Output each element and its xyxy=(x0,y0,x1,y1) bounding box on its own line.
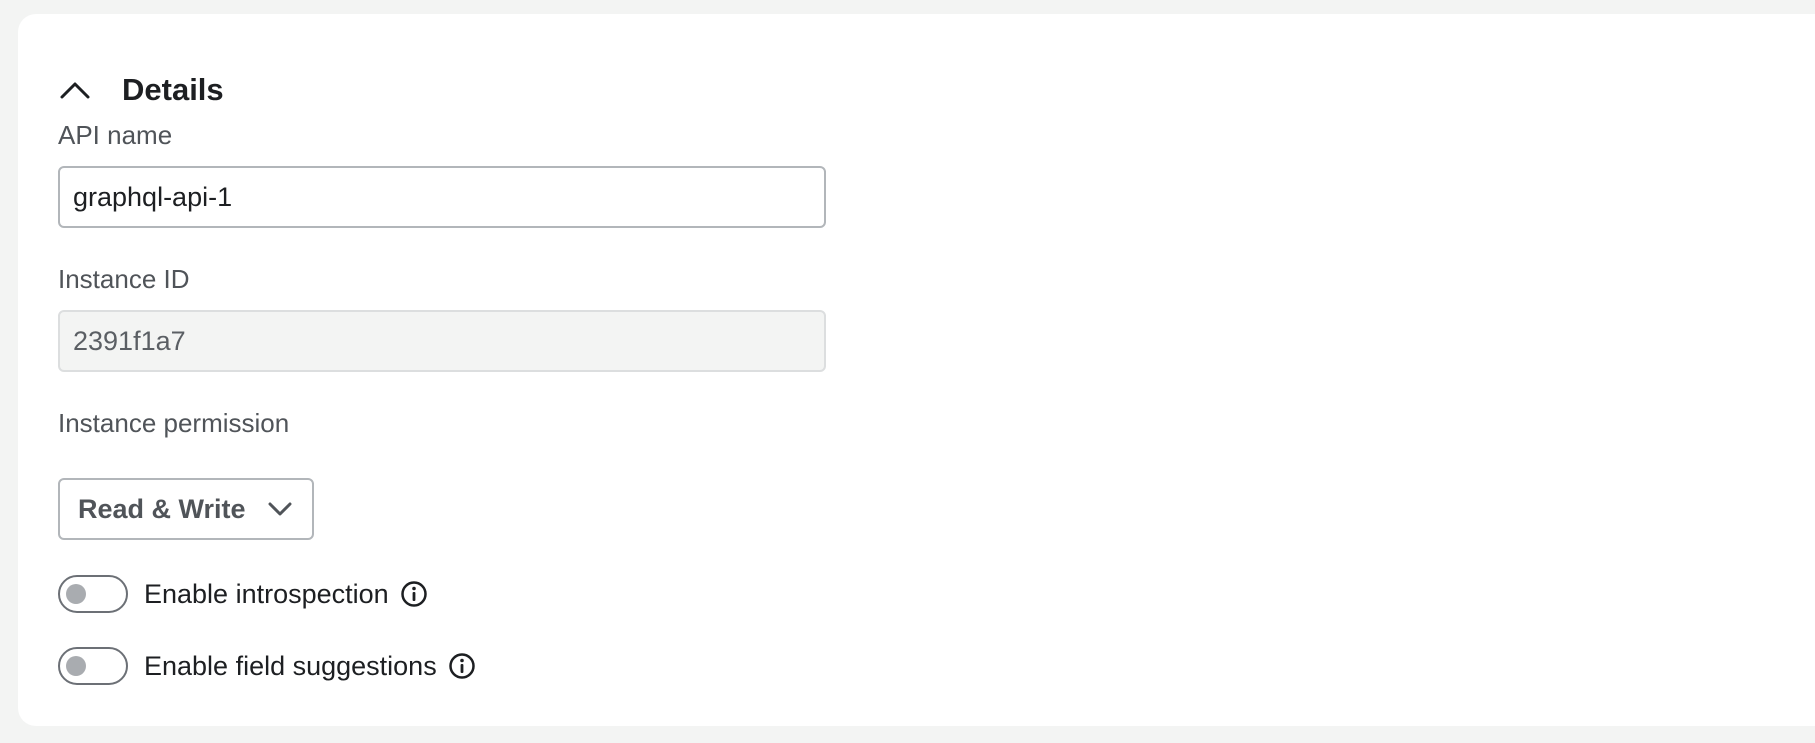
api-name-input[interactable] xyxy=(58,166,826,228)
instance-id-label: Instance ID xyxy=(58,264,190,294)
instance-permission-value: Read & Write xyxy=(78,493,246,524)
section-title: Details xyxy=(122,72,224,107)
toggle-knob xyxy=(66,584,86,604)
field-suggestions-toggle-label: Enable field suggestions xyxy=(144,650,437,681)
chevron-up-icon[interactable] xyxy=(58,70,98,110)
instance-id-field xyxy=(58,310,826,372)
instance-permission-select[interactable]: Read & Write xyxy=(58,478,314,540)
api-name-label: API name xyxy=(58,120,173,150)
info-icon[interactable] xyxy=(399,579,429,609)
chevron-down-icon xyxy=(266,499,294,519)
details-panel: Details API name Instance ID Instance pe… xyxy=(18,14,1815,726)
introspection-toggle[interactable] xyxy=(58,575,128,613)
introspection-toggle-label: Enable introspection xyxy=(144,578,389,609)
toggle-knob xyxy=(66,656,86,676)
introspection-toggle-row: Enable introspection xyxy=(58,574,429,614)
info-icon[interactable] xyxy=(447,651,477,681)
details-section-header[interactable]: Details xyxy=(58,60,224,120)
field-suggestions-toggle-row: Enable field suggestions xyxy=(58,646,477,686)
field-suggestions-toggle[interactable] xyxy=(58,647,128,685)
instance-permission-label: Instance permission xyxy=(58,408,290,438)
